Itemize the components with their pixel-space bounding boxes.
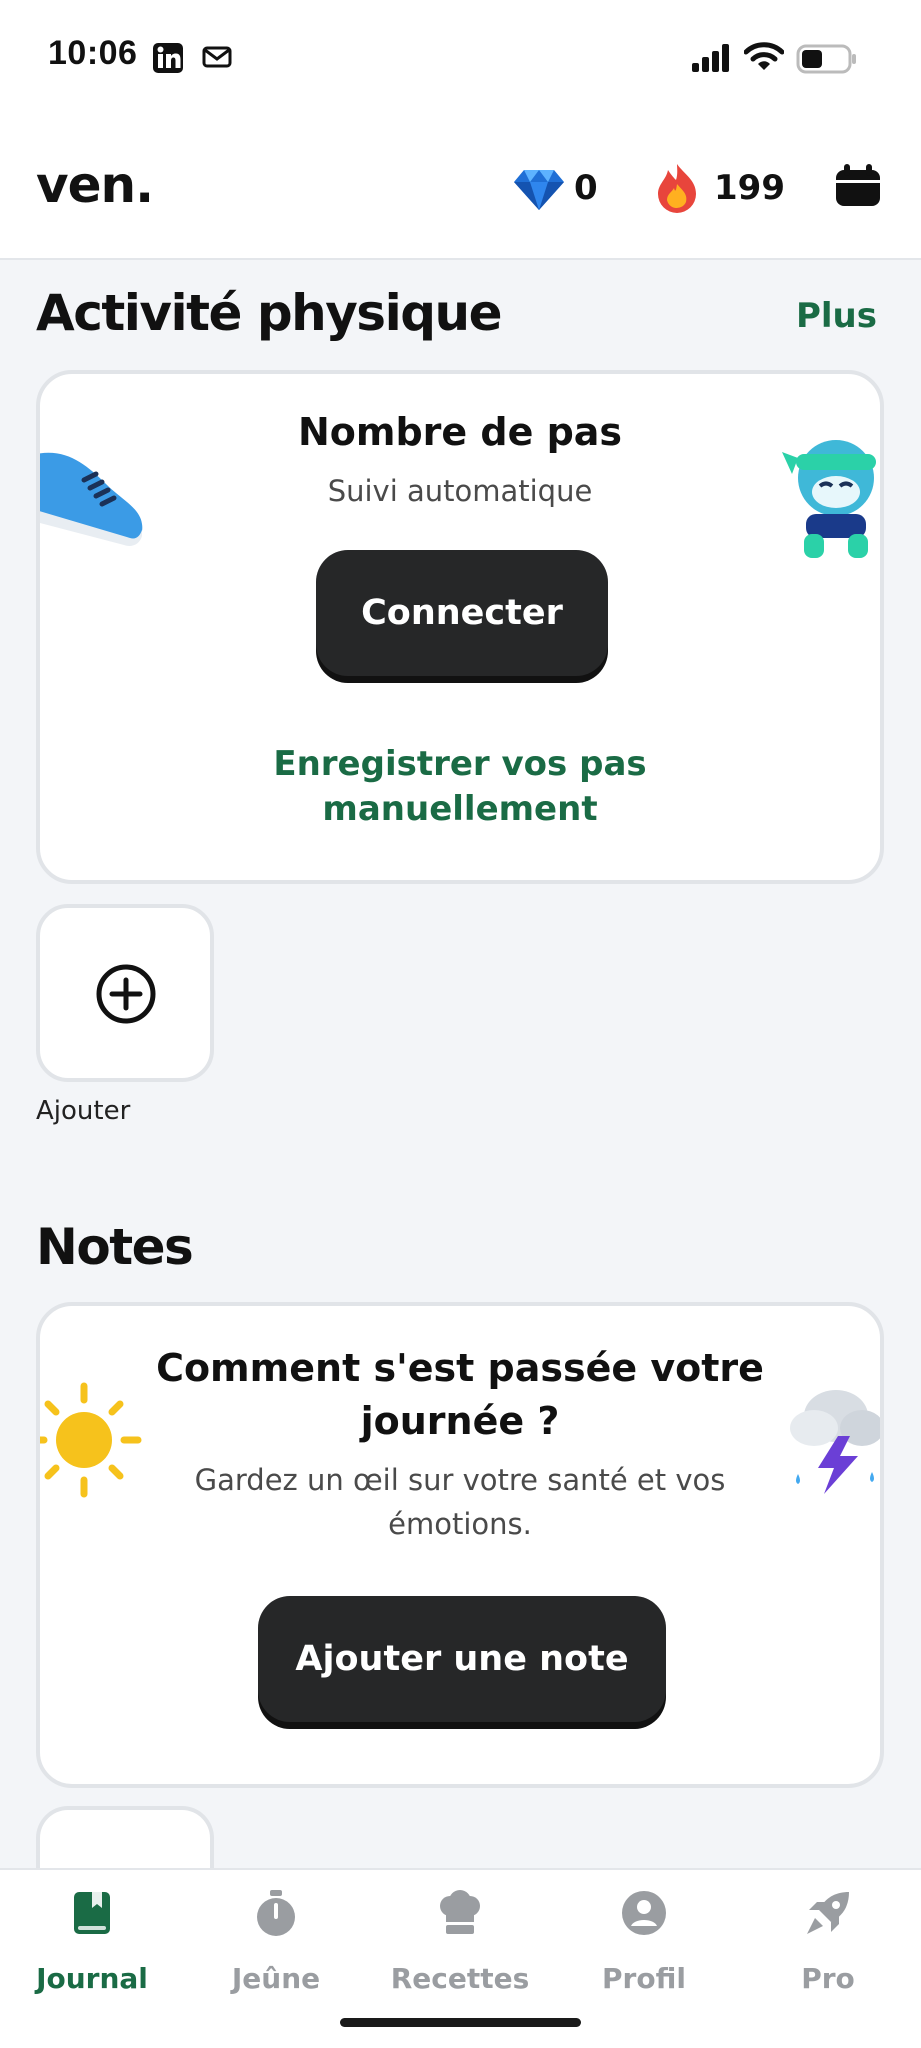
connect-button[interactable]: Connecter — [316, 550, 608, 676]
notes-question-line2: journée ? — [360, 1399, 560, 1443]
add-tile-label: Ajouter — [36, 1096, 131, 1126]
add-circle-icon — [96, 964, 156, 1024]
nav-label-pro: Pro — [801, 1962, 855, 1995]
notes-card: Comment s'est passée votre journée ? Gar… — [36, 1302, 884, 1788]
chef-hat-icon — [440, 1890, 480, 1934]
steps-title: Nombre de pas — [297, 410, 623, 454]
linkedin-icon — [153, 43, 183, 73]
nav-label-journal: Journal — [36, 1962, 148, 1995]
notes-description-line2: émotions. — [388, 1507, 532, 1541]
app-logo: ven. — [36, 156, 154, 214]
steps-card: Nombre de pas Suivi automatique Connecte… — [36, 370, 884, 884]
gem-icon[interactable] — [512, 168, 566, 212]
nav-journal[interactable]: Journal — [0, 1870, 184, 2000]
gem-count: 0 — [574, 168, 598, 208]
streak-count: 199 — [714, 168, 785, 208]
nav-recipes[interactable]: Recettes — [368, 1870, 552, 2000]
mail-icon — [202, 46, 232, 68]
status-time: 10:06 — [48, 34, 138, 72]
notes-description: Gardez un œil sur votre santé et vos émo… — [40, 1458, 880, 1546]
add-activity-tile[interactable] — [36, 904, 214, 1082]
home-indicator — [340, 2018, 581, 2027]
notes-question: Comment s'est passée votre journée ? — [40, 1342, 880, 1448]
nav-profile[interactable]: Profil — [552, 1870, 736, 2000]
more-link[interactable]: Plus — [796, 296, 877, 336]
profile-icon — [622, 1891, 666, 1935]
nav-label-profile: Profil — [602, 1962, 686, 1995]
steps-subtitle: Suivi automatique — [327, 474, 593, 508]
nav-fasting[interactable]: Jeûne — [184, 1870, 368, 2000]
notes-description-line1: Gardez un œil sur votre santé et vos — [194, 1463, 726, 1497]
status-bar: 10:06 — [0, 0, 921, 120]
wifi-icon — [744, 42, 784, 70]
manual-steps-link-line2: manuellement — [322, 789, 598, 829]
journal-icon — [74, 1892, 110, 1934]
nav-label-recipes: Recettes — [390, 1962, 530, 1995]
rocket-icon — [807, 1892, 849, 1934]
nav-label-fasting: Jeûne — [231, 1962, 321, 1995]
stopwatch-icon — [257, 1890, 295, 1936]
calendar-icon[interactable] — [834, 164, 882, 208]
battery-icon — [796, 44, 856, 74]
section-title-activity: Activité physique — [36, 284, 503, 342]
add-note-button[interactable]: Ajouter une note — [258, 1596, 666, 1722]
section-title-notes: Notes — [36, 1218, 194, 1276]
manual-steps-link[interactable]: Enregistrer vos pas manuellement — [40, 742, 880, 832]
flame-icon[interactable] — [654, 162, 700, 214]
nav-pro[interactable]: Pro — [736, 1870, 920, 2000]
app-header: ven. 0 199 — [0, 120, 921, 260]
notes-question-line1: Comment s'est passée votre — [156, 1346, 764, 1390]
manual-steps-link-line1: Enregistrer vos pas — [273, 744, 647, 784]
signal-icon — [692, 44, 729, 72]
